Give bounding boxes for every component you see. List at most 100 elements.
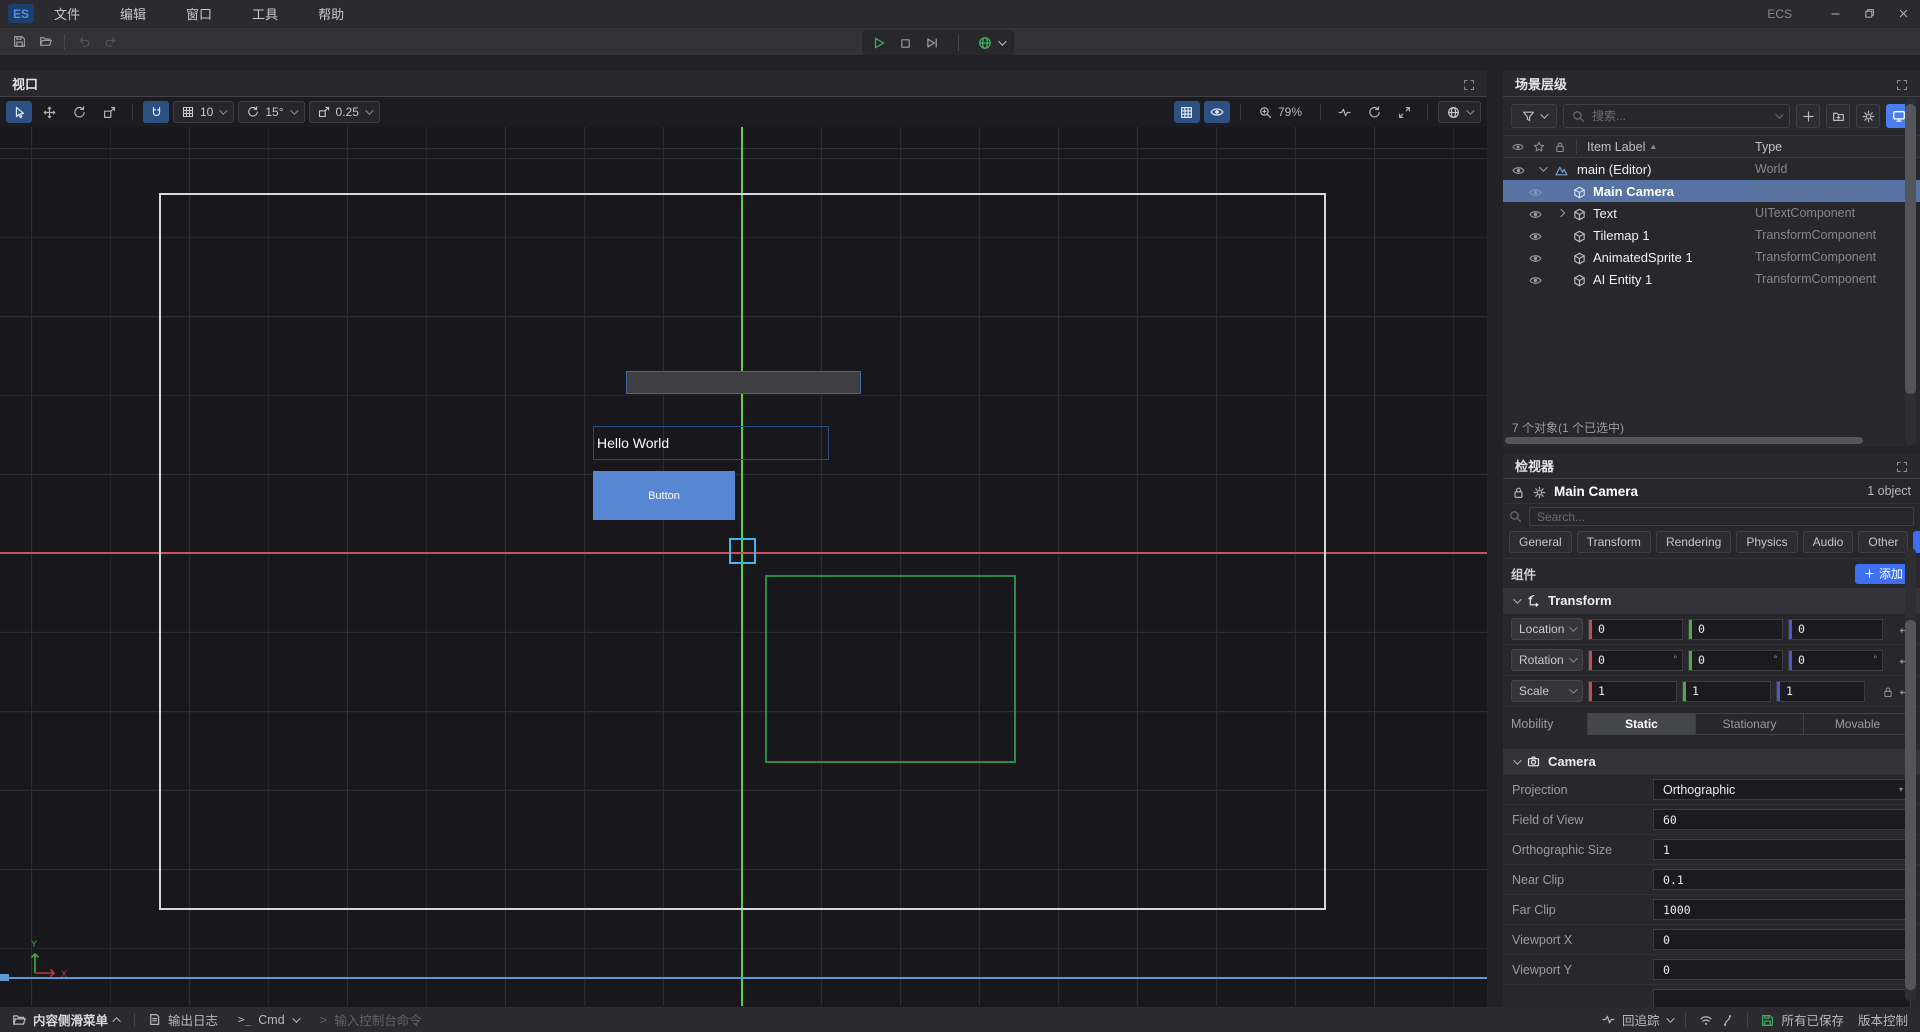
location-dropdown[interactable]: Location <box>1511 618 1583 640</box>
sort-ascending-icon[interactable]: ▲ <box>1649 142 1657 151</box>
hierarchy-search[interactable] <box>1563 104 1790 128</box>
far-clip-input[interactable]: 1000 <box>1653 899 1911 920</box>
hierarchy-scrollbar-track[interactable] <box>1905 98 1916 445</box>
console-command-input[interactable]: > 输入控制台命令 <box>320 1010 422 1029</box>
restore-button[interactable] <box>1852 0 1886 27</box>
snap-toggle-button[interactable] <box>143 101 169 123</box>
scale-dropdown[interactable]: Scale <box>1511 680 1583 702</box>
visibility-eye-icon[interactable] <box>1529 249 1542 264</box>
uniform-scale-lock-icon[interactable] <box>1882 684 1894 699</box>
redo-button[interactable] <box>97 31 123 53</box>
mobility-stationary[interactable]: Stationary <box>1695 714 1803 734</box>
hierarchy-row-tilemap[interactable]: Tilemap 1 TransformComponent <box>1503 224 1920 246</box>
select-tool-button[interactable] <box>6 101 32 123</box>
tab-transform[interactable]: Transform <box>1577 531 1651 553</box>
scene-canvas[interactable]: Hello World Button Y X <box>0 127 1487 1006</box>
location-x-field[interactable]: 0 <box>1588 619 1683 640</box>
transform-section-header[interactable]: Transform <box>1503 588 1920 613</box>
tab-rendering[interactable]: Rendering <box>1656 531 1731 553</box>
ui-button-object[interactable]: Button <box>593 471 735 520</box>
field-of-view-input[interactable]: 60 <box>1653 809 1911 830</box>
grid-snap-dropdown[interactable]: 10 <box>173 101 234 123</box>
scale-tool-button[interactable] <box>96 101 122 123</box>
type-column[interactable]: Type <box>1755 140 1782 154</box>
mobility-movable[interactable]: Movable <box>1803 714 1911 734</box>
world-dropdown[interactable] <box>1438 101 1481 123</box>
text-object[interactable]: Hello World <box>593 426 829 460</box>
step-button[interactable] <box>925 35 939 51</box>
lock-column-icon[interactable] <box>1554 140 1566 154</box>
eye-column-icon[interactable] <box>1512 140 1524 154</box>
play-button[interactable] <box>872 35 886 51</box>
save-button[interactable] <box>6 31 32 53</box>
network-status-icon[interactable] <box>1699 1012 1713 1027</box>
visibility-eye-icon[interactable] <box>1529 271 1542 286</box>
visibility-eye-icon[interactable] <box>1529 183 1542 198</box>
selection-marker[interactable] <box>729 538 756 564</box>
save-status[interactable]: 所有已保存 <box>1761 1010 1844 1029</box>
visibility-button[interactable] <box>1204 101 1230 123</box>
show-grid-button[interactable] <box>1174 101 1200 123</box>
hierarchy-settings-button[interactable] <box>1856 104 1880 128</box>
star-column-icon[interactable] <box>1533 140 1545 154</box>
hierarchy-horizontal-scrollbar[interactable] <box>1505 437 1863 444</box>
mobility-static[interactable]: Static <box>1588 714 1695 734</box>
tab-physics[interactable]: Physics <box>1736 531 1797 553</box>
rotation-x-field[interactable]: 0° <box>1588 650 1683 671</box>
visibility-eye-icon[interactable] <box>1529 205 1542 220</box>
hierarchy-row-main-camera[interactable]: Main Camera TransformComponent <box>1503 180 1920 202</box>
move-tool-button[interactable] <box>36 101 62 123</box>
location-z-field[interactable]: 0 <box>1788 619 1883 640</box>
cmd-dropdown[interactable]: >_ Cmd <box>238 1013 298 1027</box>
rotation-z-field[interactable]: 0° <box>1788 650 1883 671</box>
projection-select[interactable]: Orthographic▾ <box>1653 779 1911 800</box>
fit-view-button[interactable] <box>1391 101 1417 123</box>
reset-view-button[interactable] <box>1361 101 1387 123</box>
object-settings-icon[interactable] <box>1533 483 1546 498</box>
scale-z-field[interactable]: 1 <box>1776 681 1865 702</box>
hierarchy-scrollbar-thumb[interactable] <box>1905 104 1916 394</box>
hierarchy-search-input[interactable] <box>1592 109 1768 123</box>
content-drawer-button[interactable]: 内容侧滑菜单 <box>12 1010 121 1029</box>
menu-edit[interactable]: 编辑 <box>100 0 166 27</box>
visibility-eye-icon[interactable] <box>1529 227 1542 242</box>
minimize-button[interactable] <box>1818 0 1852 27</box>
inspector-search-input[interactable] <box>1537 510 1906 524</box>
inspector-expand-icon[interactable] <box>1896 458 1908 473</box>
tab-general[interactable]: General <box>1509 531 1572 553</box>
location-y-field[interactable]: 0 <box>1688 619 1783 640</box>
menu-tools[interactable]: 工具 <box>232 0 298 27</box>
menu-help[interactable]: 帮助 <box>298 0 364 27</box>
camera-section-header[interactable]: Camera <box>1503 749 1920 774</box>
add-entity-button[interactable] <box>1796 104 1820 128</box>
app-logo[interactable]: ES <box>8 4 34 23</box>
open-folder-button[interactable] <box>32 31 58 53</box>
chevron-down-icon[interactable] <box>1539 163 1547 171</box>
lock-icon[interactable] <box>1512 483 1525 498</box>
rotate-tool-button[interactable] <box>66 101 92 123</box>
viewport-expand-icon[interactable] <box>1463 76 1475 91</box>
menu-file[interactable]: 文件 <box>34 0 100 27</box>
scale-x-field[interactable]: 1 <box>1588 681 1677 702</box>
menu-window[interactable]: 窗口 <box>166 0 232 27</box>
chevron-right-icon[interactable] <box>1557 209 1565 217</box>
filter-dropdown[interactable] <box>1511 104 1557 128</box>
stats-button[interactable] <box>1331 101 1357 123</box>
hierarchy-row-text[interactable]: Text UITextComponent <box>1503 202 1920 224</box>
viewport-y-input[interactable]: 0 <box>1653 959 1911 980</box>
run-target-dropdown[interactable] <box>978 36 1004 50</box>
entity-bounds-rect[interactable] <box>765 575 1016 763</box>
trace-dropdown[interactable]: 回追踪 <box>1602 1010 1673 1029</box>
visibility-eye-icon[interactable] <box>1512 161 1525 176</box>
hierarchy-row-ai-entity[interactable]: AI Entity 1 TransformComponent <box>1503 268 1920 290</box>
route-icon[interactable] <box>1721 1012 1734 1026</box>
sprite-bar-object[interactable] <box>626 371 861 394</box>
undo-button[interactable] <box>71 31 97 53</box>
scale-y-field[interactable]: 1 <box>1682 681 1771 702</box>
inspector-scrollbar-thumb[interactable] <box>1905 620 1916 990</box>
inspector-scrollbar-track[interactable] <box>1905 548 1916 1001</box>
hierarchy-expand-icon[interactable] <box>1896 76 1908 91</box>
tab-audio[interactable]: Audio <box>1803 531 1854 553</box>
zoom-level-display[interactable]: 79% <box>1251 105 1310 119</box>
output-log-button[interactable]: 输出日志 <box>148 1010 218 1029</box>
